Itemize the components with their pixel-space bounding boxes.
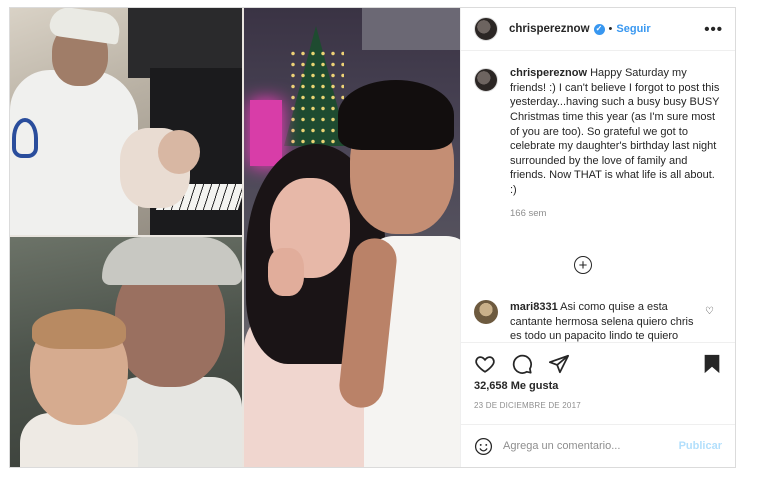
post-actions: 32,658 Me gusta 23 DE DICIEMBRE DE 2017 … <box>461 342 735 467</box>
comments-section[interactable]: chrispereznow Happy Saturday my friends!… <box>461 51 735 342</box>
likes-count[interactable]: 32,658 Me gusta <box>474 380 558 392</box>
comment-icon[interactable] <box>511 353 533 375</box>
comment-input[interactable] <box>503 440 679 452</box>
share-icon[interactable] <box>548 353 570 375</box>
commenter-avatar[interactable] <box>474 300 498 325</box>
more-icon[interactable]: ••• <box>704 22 723 37</box>
caption-username[interactable]: chrispereznow <box>510 67 587 79</box>
header-separator: • <box>608 23 613 36</box>
action-icons <box>474 353 570 375</box>
add-circle-icon[interactable]: + <box>574 256 592 275</box>
likes-label: Me gusta <box>510 380 559 393</box>
photo-father-toddler <box>10 237 242 467</box>
post-sidebar: chrispereznow ✓ • Seguir ••• chrisperezn… <box>460 8 735 467</box>
comment-item: mari8331 Asi como quise a esta cantante … <box>474 300 714 342</box>
likes-number: 32,658 <box>474 380 508 393</box>
emoji-icon[interactable] <box>474 437 493 456</box>
post-photo-collage[interactable] <box>10 8 460 467</box>
comment-like-heart-icon[interactable]: ♡ <box>705 306 714 317</box>
post-caption: chrispereznow Happy Saturday my friends!… <box>461 51 735 197</box>
author-username[interactable]: chrispereznow <box>509 23 590 35</box>
post-date[interactable]: 23 DE DICIEMBRE DE 2017 <box>474 401 581 410</box>
verified-badge-icon: ✓ <box>593 23 605 35</box>
instagram-post: chrispereznow ✓ • Seguir ••• chrisperezn… <box>9 7 736 468</box>
bookmark-icon[interactable] <box>701 353 723 375</box>
caption-time[interactable]: 166 sem <box>510 208 735 219</box>
heart-icon[interactable] <box>474 353 496 375</box>
comment-text: mari8331 Asi como quise a esta cantante … <box>510 300 696 342</box>
comment-username[interactable]: mari8331 <box>510 301 558 313</box>
photo-father-daughter-selfie <box>244 8 460 467</box>
follow-button[interactable]: Seguir <box>616 23 650 35</box>
photo-father-baby-piano <box>10 8 242 235</box>
caption-body: Happy Saturday my friends! :) I can't be… <box>510 67 720 196</box>
add-comment-bar: Publicar <box>461 424 735 467</box>
publish-button[interactable]: Publicar <box>679 440 722 452</box>
author-avatar[interactable] <box>474 17 498 42</box>
caption-avatar[interactable] <box>474 68 498 93</box>
caption-text: chrispereznow Happy Saturday my friends!… <box>510 66 722 197</box>
post-header: chrispereznow ✓ • Seguir ••• <box>461 8 735 52</box>
